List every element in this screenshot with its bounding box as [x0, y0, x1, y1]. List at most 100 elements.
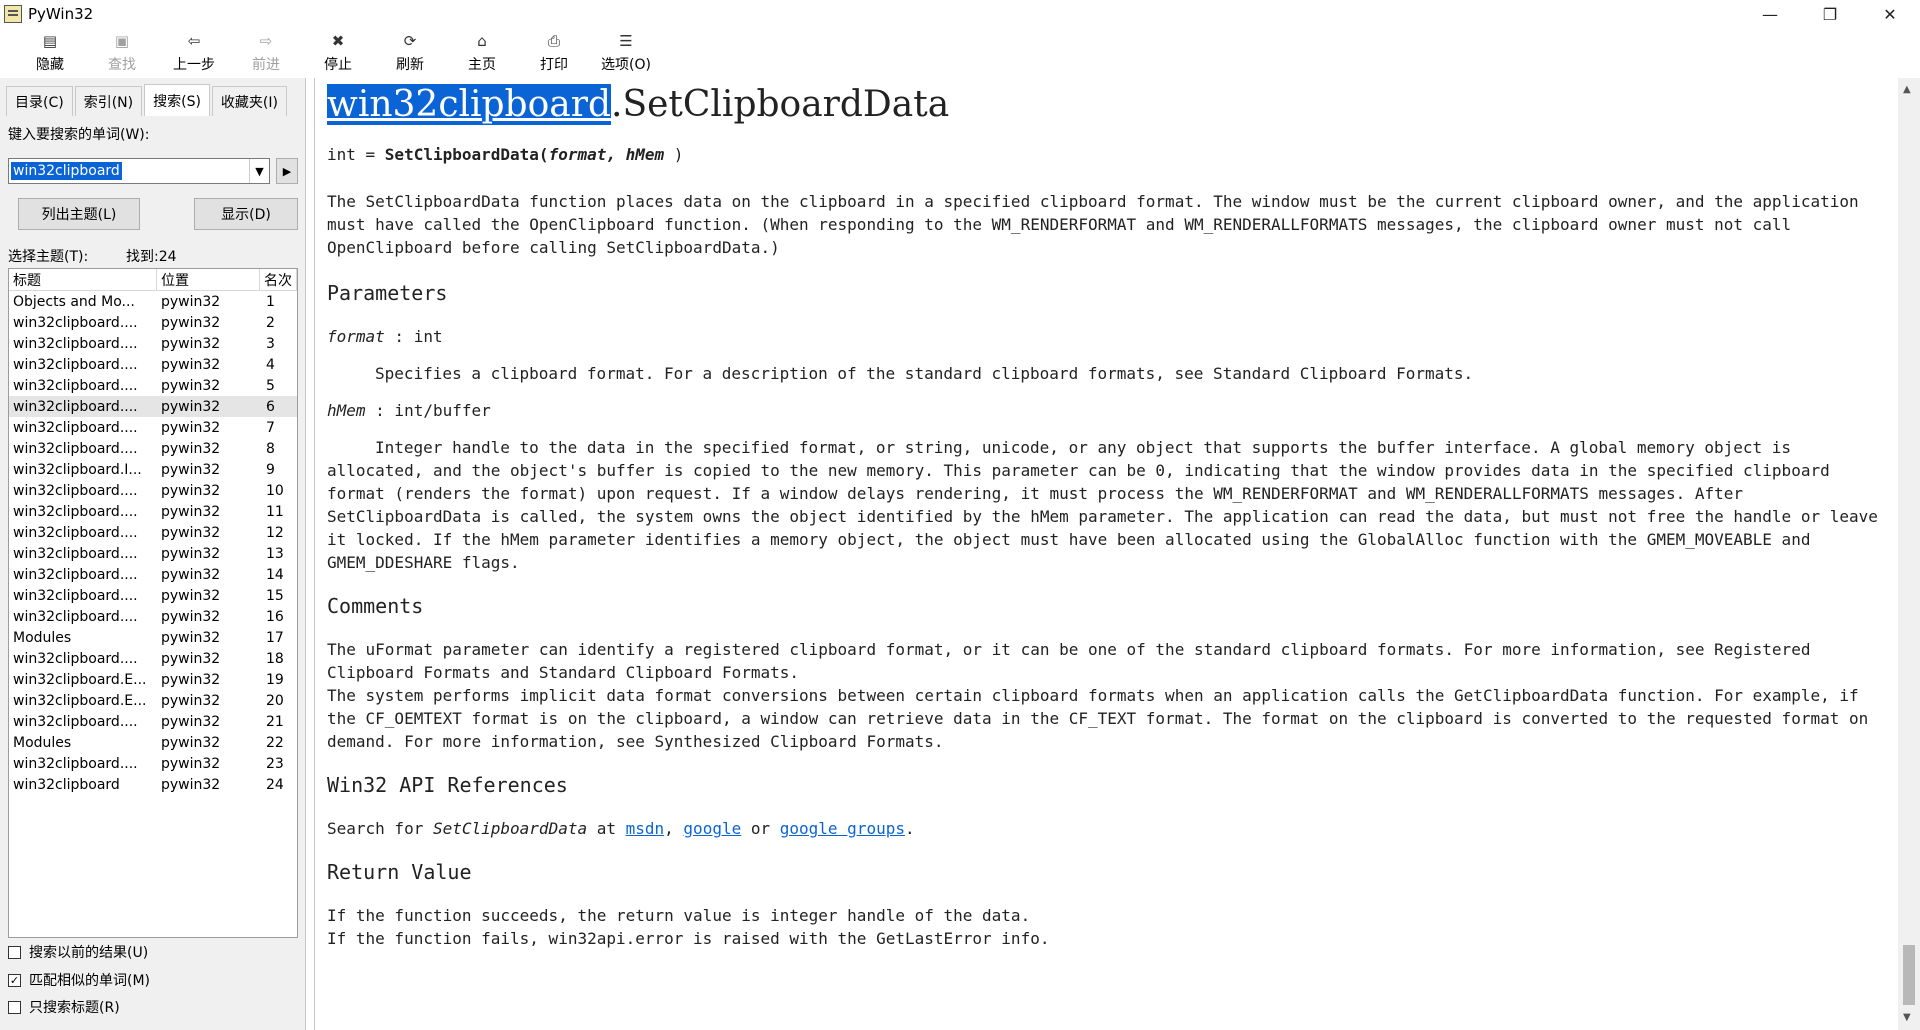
- comments-p2: The system performs implicit data format…: [327, 686, 1869, 751]
- msdn-link[interactable]: msdn: [626, 819, 665, 838]
- result-row[interactable]: win32clipboard.... pywin32 15: [9, 585, 297, 606]
- column-title[interactable]: 标题: [9, 269, 157, 290]
- return-p2: If the function fails, win32api.error is…: [327, 929, 1050, 948]
- options-button[interactable]: ☰ 选项(O): [590, 28, 662, 76]
- print-button[interactable]: ⎙ 打印: [518, 28, 590, 76]
- home-button[interactable]: ⌂ 主页: [446, 28, 518, 76]
- search-input[interactable]: win32clipboard ▼: [8, 158, 270, 184]
- chevron-down-icon[interactable]: ▼: [249, 159, 269, 183]
- result-row[interactable]: win32clipboard.... pywin32 3: [9, 333, 297, 354]
- stop-button[interactable]: ✖ 停止: [302, 28, 374, 76]
- tab-search[interactable]: 搜索(S): [144, 84, 210, 116]
- result-row[interactable]: win32clipboard.... pywin32 5: [9, 375, 297, 396]
- back-button[interactable]: ⇦ 上一步: [158, 28, 230, 76]
- result-title: win32clipboard.I...: [13, 461, 142, 478]
- tab-index[interactable]: 索引(N): [74, 86, 143, 116]
- result-row[interactable]: win32clipboard.E... pywin32 20: [9, 690, 297, 711]
- result-row[interactable]: Modules pywin32 17: [9, 627, 297, 648]
- tab-contents[interactable]: 目录(C): [6, 86, 73, 116]
- result-title: win32clipboard....: [13, 755, 138, 772]
- app-icon: [4, 5, 22, 23]
- result-row[interactable]: win32clipboard.... pywin32 4: [9, 354, 297, 375]
- results-header: 标题 位置 名次: [9, 269, 297, 291]
- restore-button[interactable]: ❐: [1800, 0, 1860, 28]
- results-list[interactable]: 标题 位置 名次 Objects and Mo... pywin32 1 win32c…: [8, 268, 298, 938]
- result-row[interactable]: win32clipboard.... pywin32 18: [9, 648, 297, 669]
- result-location: pywin32: [161, 503, 221, 520]
- result-location: pywin32: [161, 545, 221, 562]
- result-row[interactable]: win32clipboard.... pywin32 10: [9, 480, 297, 501]
- result-rank: 8: [266, 440, 275, 457]
- result-row[interactable]: win32clipboard.... pywin32 23: [9, 753, 297, 774]
- refs-text: or: [741, 819, 780, 838]
- result-row[interactable]: win32clipboard.... pywin32 6: [9, 396, 297, 417]
- column-location[interactable]: 位置: [157, 269, 260, 290]
- vertical-scrollbar[interactable]: ▲ ▼: [1898, 78, 1920, 1030]
- home-icon: ⌂: [477, 32, 487, 50]
- list-topics-button[interactable]: 列出主题(L): [18, 198, 140, 230]
- scrollbar-thumb[interactable]: [1903, 945, 1915, 1005]
- result-row[interactable]: win32clipboard.... pywin32 16: [9, 606, 297, 627]
- tab-favorites[interactable]: 收藏夹(I): [211, 86, 287, 116]
- result-row[interactable]: win32clipboard.... pywin32 21: [9, 711, 297, 732]
- result-rank: 17: [266, 629, 284, 646]
- result-title: win32clipboard....: [13, 335, 138, 352]
- match-similar-checkbox[interactable]: ✓ 匹配相似的单词(M): [8, 970, 150, 990]
- forward-button[interactable]: ⇨ 前进: [230, 28, 302, 76]
- param-hmem: hMem : int/buffer: [327, 399, 1887, 422]
- google-groups-link[interactable]: google groups: [780, 819, 905, 838]
- minimize-button[interactable]: —: [1740, 0, 1800, 28]
- result-location: pywin32: [161, 524, 221, 541]
- result-row[interactable]: win32clipboard.... pywin32 12: [9, 522, 297, 543]
- result-rank: 13: [266, 545, 284, 562]
- select-topic-label: 选择主题(T):: [8, 249, 89, 265]
- back-icon: ⇦: [187, 32, 201, 50]
- result-rank: 19: [266, 671, 284, 688]
- result-row[interactable]: win32clipboard.... pywin32 2: [9, 312, 297, 333]
- param-hmem-desc: Integer handle to the data in the specif…: [327, 438, 1878, 572]
- find-button[interactable]: ▣ 查找: [86, 28, 158, 76]
- search-go-button[interactable]: ▶: [276, 158, 298, 184]
- result-rank: 5: [266, 377, 275, 394]
- result-title: win32clipboard.E...: [13, 692, 147, 709]
- result-row[interactable]: win32clipboard.... pywin32 14: [9, 564, 297, 585]
- result-row[interactable]: Modules pywin32 22: [9, 732, 297, 753]
- display-button[interactable]: 显示(D): [194, 198, 298, 230]
- result-location: pywin32: [161, 356, 221, 373]
- scroll-down-icon[interactable]: ▼: [1903, 1012, 1911, 1023]
- result-rank: 11: [266, 503, 284, 520]
- result-row[interactable]: win32clipboard.... pywin32 13: [9, 543, 297, 564]
- scroll-up-icon[interactable]: ▲: [1903, 84, 1911, 95]
- comments-p1: The uFormat parameter can identify a reg…: [327, 640, 1811, 682]
- result-location: pywin32: [161, 629, 221, 646]
- result-title: win32clipboard....: [13, 713, 138, 730]
- close-button[interactable]: ✕: [1860, 0, 1920, 28]
- result-rank: 15: [266, 587, 284, 604]
- google-link[interactable]: google: [683, 819, 741, 838]
- result-row[interactable]: win32clipboard pywin32 24: [9, 774, 297, 795]
- column-rank[interactable]: 名次: [260, 269, 297, 290]
- result-row[interactable]: win32clipboard.I... pywin32 9: [9, 459, 297, 480]
- refresh-button[interactable]: ⟳ 刷新: [374, 28, 446, 76]
- result-location: pywin32: [161, 650, 221, 667]
- result-row[interactable]: win32clipboard.... pywin32 11: [9, 501, 297, 522]
- window-controls: — ❐ ✕: [1740, 0, 1920, 28]
- result-row[interactable]: win32clipboard.... pywin32 7: [9, 417, 297, 438]
- result-location: pywin32: [161, 713, 221, 730]
- result-location: pywin32: [161, 314, 221, 331]
- result-title: win32clipboard.E...: [13, 671, 147, 688]
- refresh-icon: ⟳: [403, 32, 417, 50]
- refs-heading: Win32 API References: [327, 773, 568, 797]
- hide-button[interactable]: ▤ 隐藏: [14, 28, 86, 76]
- hide-icon: ▤: [42, 32, 58, 50]
- result-row[interactable]: win32clipboard.E... pywin32 19: [9, 669, 297, 690]
- result-row[interactable]: Objects and Mo... pywin32 1: [9, 291, 297, 312]
- param-type: : int: [384, 327, 443, 346]
- result-title: Modules: [13, 734, 72, 751]
- result-rank: 16: [266, 608, 284, 625]
- found-count: 找到:24: [126, 249, 177, 265]
- result-row[interactable]: win32clipboard.... pywin32 8: [9, 438, 297, 459]
- titles-only-checkbox[interactable]: 只搜索标题(R): [8, 997, 120, 1017]
- result-location: pywin32: [161, 755, 221, 772]
- search-previous-checkbox[interactable]: 搜索以前的结果(U): [8, 942, 148, 962]
